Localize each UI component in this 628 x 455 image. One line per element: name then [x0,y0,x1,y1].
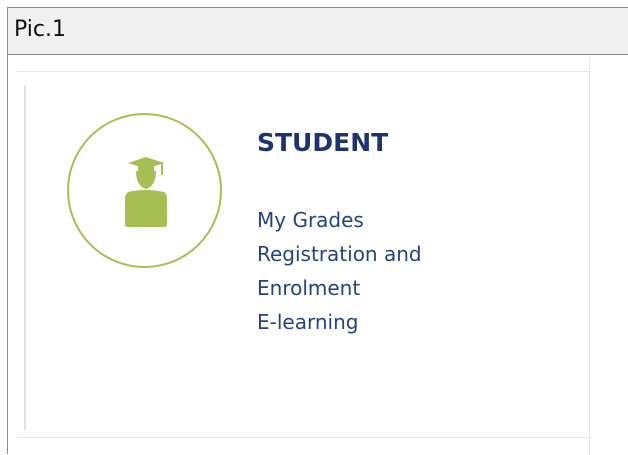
caption-bar: Pic.1 [8,8,628,55]
panel-divider-bottom [17,437,591,438]
screenshot-frame: Pic.1 STUDENT My Grades Registration and… [7,7,628,455]
panel-divider-right [589,58,590,455]
student-links-list: My Grades Registration and Enrolment E-l… [257,203,557,339]
panel-divider-left [24,85,26,430]
figure-caption: Pic.1 [14,17,66,42]
registration-and-enrolment-link-line-2[interactable]: Enrolment [257,271,557,305]
student-icon-circle[interactable] [67,113,222,268]
student-section-title[interactable]: STUDENT [257,128,388,158]
panel-divider-top [17,71,591,72]
my-grades-link[interactable]: My Grades [257,203,557,237]
student-graduate-icon [125,157,167,227]
registration-and-enrolment-link-line-1[interactable]: Registration and [257,237,557,271]
e-learning-link[interactable]: E-learning [257,305,557,339]
